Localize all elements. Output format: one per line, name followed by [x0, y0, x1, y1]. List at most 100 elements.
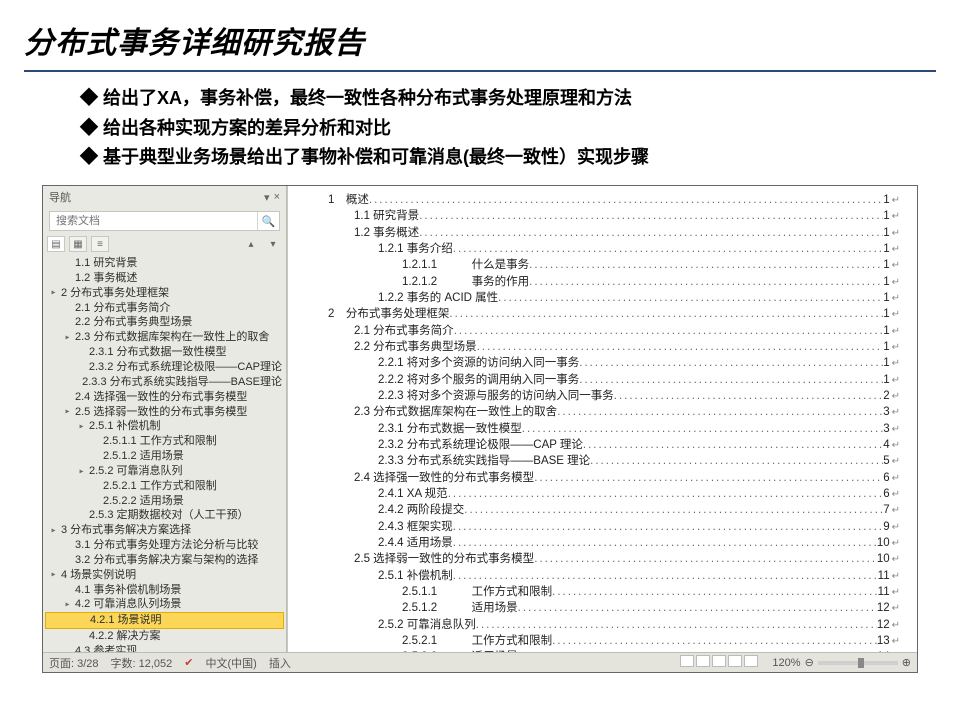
word-window: 导航 ▾ × 🔍 ▤ ▦ ≡ ▴ ▾: [42, 185, 918, 673]
tab-headings[interactable]: ▤: [47, 236, 65, 252]
outline-item[interactable]: ▸2.5.2 可靠消息队列: [45, 464, 284, 479]
toc-label: 2.5.2.1 工作方式和限制: [402, 633, 552, 649]
search-box[interactable]: 🔍: [49, 211, 280, 231]
toc-row: 2.4.1 XA 规范.............................…: [328, 486, 900, 502]
toc-row: 2.4 选择强一致性的分布式事务模型......................…: [328, 470, 900, 486]
toc-row: 1.2.2 事务的 ACID 属性.......................…: [328, 290, 900, 306]
outline-label: 4 场景实例说明: [61, 568, 136, 583]
toc-label: 2.5.1.2 适用场景: [402, 600, 518, 616]
outline-label: 2 分布式事务处理框架: [61, 286, 169, 301]
outline-label: 2.5.2 可靠消息队列: [89, 464, 183, 479]
outline-item[interactable]: ▸2 分布式事务处理框架: [45, 286, 284, 301]
outline-item[interactable]: ▸2.5 选择弱一致性的分布式事务模型: [45, 405, 284, 420]
toc-label: 2.3 分布式数据库架构在一致性上的取舍: [354, 404, 557, 420]
outline-item[interactable]: 2.5.2.1 工作方式和限制: [45, 479, 284, 494]
outline-label: 4.1 事务补偿机制场景: [75, 583, 181, 598]
toc-label: 2.2.2 将对多个服务的调用纳入同一事务: [378, 372, 579, 388]
outline-item[interactable]: ▸4 场景实例说明: [45, 568, 284, 583]
toc-label: 2.4.2 两阶段提交: [378, 502, 464, 518]
twisty-icon[interactable]: ▸: [49, 524, 58, 538]
outline-item[interactable]: 2.2 分布式事务典型场景: [45, 315, 284, 330]
nav-title: 导航: [49, 189, 71, 205]
outline-item[interactable]: ▸2.3 分布式数据库架构在一致性上的取舍: [45, 330, 284, 345]
search-icon[interactable]: 🔍: [257, 212, 279, 230]
toc-row: 2.3 分布式数据库架构在一致性上的取舍....................…: [328, 404, 900, 420]
view-mode-icons[interactable]: [680, 655, 760, 670]
toc-row: 1.1 研究背景................................…: [328, 208, 900, 224]
twisty-icon[interactable]: ▸: [63, 405, 72, 419]
outline-item[interactable]: 2.4 选择强一致性的分布式事务模型: [45, 390, 284, 405]
nav-expand-icon[interactable]: ▴: [242, 236, 260, 252]
status-bar: 页面: 3/28 字数: 12,052 ✔ 中文(中国) 插入 120% ⊖ ⊕: [43, 652, 917, 672]
twisty-icon[interactable]: ▸: [63, 331, 72, 345]
toc-row: 2.5.2 可靠消息队列............................…: [328, 617, 900, 633]
outline-label: 2.3.1 分布式数据一致性模型: [89, 345, 227, 360]
twisty-icon[interactable]: ▸: [77, 465, 86, 479]
outline-item[interactable]: 4.2.2 解决方案: [45, 629, 284, 644]
outline-item[interactable]: 2.3.3 分布式系统实践指导——BASE理论: [45, 375, 284, 390]
outline-item[interactable]: 1.2 事务概述: [45, 271, 284, 286]
zoom-in-icon[interactable]: ⊕: [902, 656, 911, 669]
twisty-icon[interactable]: ▸: [77, 420, 86, 434]
search-input[interactable]: [50, 215, 257, 227]
slide-title: 分布式事务详细研究报告: [24, 18, 936, 62]
bullet-item: 基于典型业务场景给出了事物补偿和可靠消息(最终一致性）实现步骤: [80, 143, 936, 173]
outline-item[interactable]: 2.3.2 分布式系统理论极限——CAP理论: [45, 360, 284, 375]
outline-item[interactable]: ▸3 分布式事务解决方案选择: [45, 523, 284, 538]
outline-item[interactable]: 3.2 分布式事务解决方案与架构的选择: [45, 553, 284, 568]
toc-page: 1: [883, 355, 889, 371]
toc-label: 2.1 分布式事务简介: [354, 323, 454, 339]
toc-page: 11: [878, 584, 890, 600]
outline-item[interactable]: 2.5.2.2 适用场景: [45, 494, 284, 509]
zoom-out-icon[interactable]: ⊖: [805, 656, 814, 669]
toc-label: 1.2.1.2 事务的作用: [402, 274, 529, 290]
status-lang[interactable]: 中文(中国): [206, 655, 257, 671]
toc-page: 1: [883, 323, 889, 339]
outline-item[interactable]: 2.1 分布式事务简介: [45, 301, 284, 316]
toc-row: 1.2.1.2 事务的作用...........................…: [328, 274, 900, 290]
toc-row: 2.2.1 将对多个资源的访问纳入同一事务...................…: [328, 355, 900, 371]
outline-item[interactable]: 4.1 事务补偿机制场景: [45, 583, 284, 598]
outline-item[interactable]: 1.1 研究背景: [45, 256, 284, 271]
zoom-slider[interactable]: [818, 661, 898, 665]
toc-label: 2.5.1 补偿机制: [378, 568, 453, 584]
toc-page: 12: [877, 617, 890, 633]
outline-item[interactable]: ▸2.5.1 补偿机制: [45, 419, 284, 434]
nav-dropdown-icon[interactable]: ▾: [264, 191, 270, 204]
outline-tree: 1.1 研究背景1.2 事务概述▸2 分布式事务处理框架2.1 分布式事务简介2…: [43, 256, 286, 652]
twisty-icon[interactable]: ▸: [49, 568, 58, 582]
outline-item[interactable]: 2.3.1 分布式数据一致性模型: [45, 345, 284, 360]
outline-item[interactable]: 2.5.3 定期数据校对（人工干预）: [45, 508, 284, 523]
toc-label: 1.2.2 事务的 ACID 属性: [378, 290, 498, 306]
twisty-icon[interactable]: ▸: [49, 286, 58, 300]
outline-item[interactable]: 2.5.1.2 适用场景: [45, 449, 284, 464]
outline-label: 3.1 分布式事务处理方法论分析与比较: [75, 538, 258, 553]
toc-label: 2.4.3 框架实现: [378, 519, 453, 535]
outline-item[interactable]: ▸4.2 可靠消息队列场景: [45, 597, 284, 612]
toc-label: 2 分布式事务处理框架: [328, 306, 449, 322]
tab-pages[interactable]: ▦: [69, 236, 87, 252]
outline-item[interactable]: 4.3 参考实现: [45, 644, 284, 652]
toc-page: 3: [883, 404, 889, 420]
status-page[interactable]: 页面: 3/28: [49, 655, 99, 671]
outline-item[interactable]: 4.2.1 场景说明: [45, 612, 284, 629]
outline-item[interactable]: 3.1 分布式事务处理方法论分析与比较: [45, 538, 284, 553]
outline-label: 2.5.3 定期数据校对（人工干预）: [89, 508, 249, 523]
toc-page: 1: [883, 208, 889, 224]
toc-label: 2.4 选择强一致性的分布式事务模型: [354, 470, 534, 486]
zoom-value[interactable]: 120%: [772, 657, 800, 669]
twisty-icon[interactable]: ▸: [63, 598, 72, 612]
outline-item[interactable]: 2.5.1.1 工作方式和限制: [45, 434, 284, 449]
toc-label: 2.4.4 适用场景: [378, 535, 453, 551]
toc-page: 1: [883, 339, 889, 355]
nav-collapse-icon[interactable]: ▾: [264, 236, 282, 252]
status-words[interactable]: 字数: 12,052: [111, 655, 173, 671]
title-rule: [24, 70, 936, 72]
tab-results[interactable]: ≡: [91, 236, 109, 252]
bullet-item: 给出了XA，事务补偿，最终一致性各种分布式事务处理原理和方法: [80, 84, 936, 114]
outline-label: 2.5 选择弱一致性的分布式事务模型: [75, 405, 247, 420]
status-mode[interactable]: 插入: [269, 655, 291, 671]
outline-label: 2.5.2.1 工作方式和限制: [103, 479, 217, 494]
nav-close-icon[interactable]: ×: [274, 191, 280, 204]
toc-row: 2.2.2 将对多个服务的调用纳入同一事务...................…: [328, 372, 900, 388]
